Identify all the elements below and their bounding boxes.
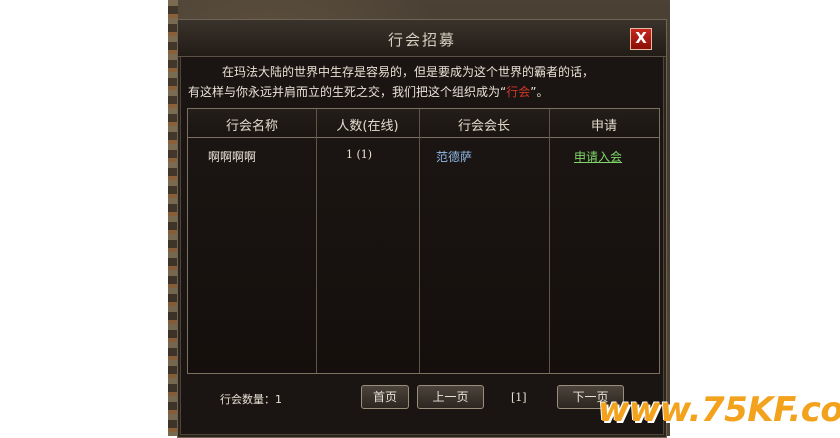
dialog-title: 行会招募 — [387, 31, 456, 49]
header-member-count: 人数(在线) — [336, 119, 399, 134]
guild-table: 行会名称 人数(在线) 行会会长 申请 啊啊啊啊 1 (1) 范德萨 申请入会 — [187, 108, 660, 374]
first-page-button[interactable]: 首页 — [361, 385, 409, 409]
close-icon: X — [635, 29, 647, 47]
header-guild-name: 行会名称 — [225, 119, 278, 134]
column-divider — [419, 109, 420, 373]
dialog-titlebar: 行会招募 X — [178, 20, 666, 57]
prev-page-button[interactable]: 上一页 — [417, 385, 484, 409]
table-header: 行会名称 人数(在线) 行会会长 申请 — [188, 109, 659, 138]
intro-line-1: 在玛法大陆的世界中生存是容易的，但是要成为这个世界的霸者的话， — [222, 65, 595, 79]
column-divider — [316, 109, 317, 373]
guild-leader-cell: 范德萨 — [436, 150, 473, 164]
close-button[interactable]: X — [630, 28, 652, 50]
member-count-cell: 1 (1) — [346, 148, 373, 161]
guild-count-label: 行会数量：1 — [220, 393, 282, 406]
column-divider — [549, 109, 550, 373]
header-guild-leader: 行会会长 — [457, 119, 510, 134]
apply-join-link[interactable]: 申请入会 — [574, 148, 622, 165]
intro-line-2-start: 有这样与你永远并肩而立的生死之交，我们把这个组织成为“ — [188, 85, 507, 99]
header-apply: 申请 — [590, 119, 617, 134]
guild-recruit-dialog: 行会招募 X 在玛法大陆的世界中生存是容易的，但是要成为这个世界的霸者的话， 有… — [177, 19, 667, 438]
intro-line-2-end: ”。 — [530, 85, 549, 99]
site-watermark: www.75KF.com — [598, 390, 840, 430]
intro-text: 在玛法大陆的世界中生存是容易的，但是要成为这个世界的霸者的话， 有这样与你永远并… — [188, 62, 656, 104]
page-indicator: [1] — [511, 391, 527, 404]
intro-line-2: 有这样与你永远并肩而立的生死之交，我们把这个组织成为“行会”。 — [188, 82, 656, 102]
guild-name-cell: 啊啊啊啊 — [208, 150, 257, 164]
intro-highlight: 行会 — [506, 85, 531, 99]
